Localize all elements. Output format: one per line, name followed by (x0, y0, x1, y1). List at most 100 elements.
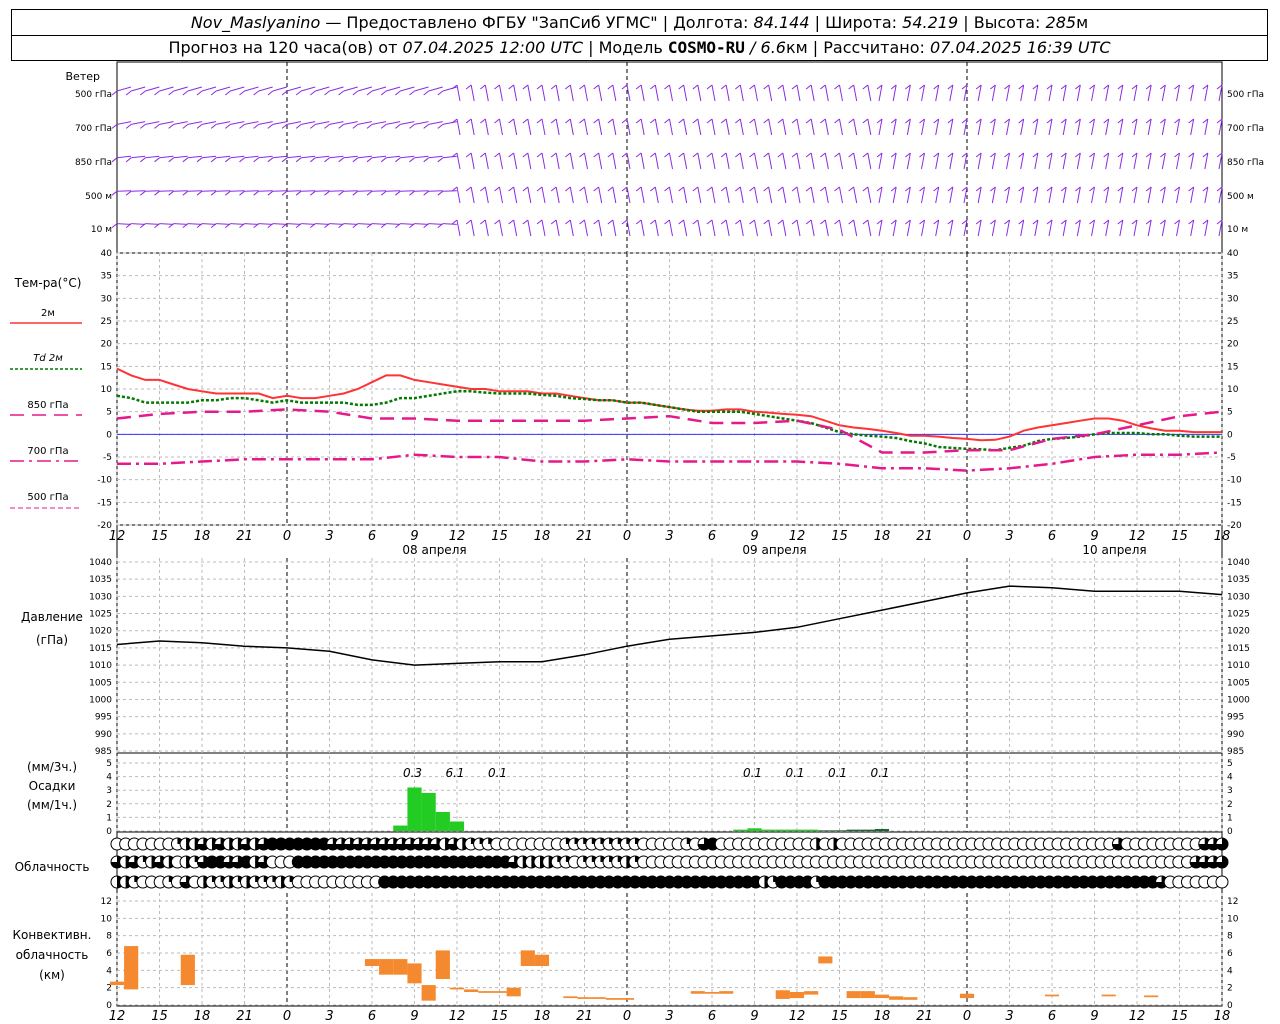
wind-barb-flag (650, 84, 656, 90)
precip-bar (407, 787, 422, 831)
wind-barb-flag (678, 219, 684, 225)
wind-barb-flag (338, 157, 344, 163)
wind-barb-flag (692, 84, 699, 90)
wind-barb (371, 121, 387, 125)
precip-bar (804, 829, 819, 831)
precip-3h-total: 6.1 (445, 766, 464, 780)
wind-barb-flag (692, 152, 699, 158)
conv-cloud-bar (704, 992, 720, 994)
hour-tick-label: 21 (916, 1009, 933, 1024)
wind-barb-flag (182, 124, 189, 129)
wind-barb-flag (664, 118, 670, 124)
temp-tick-label-right: -10 (1227, 476, 1242, 486)
hour-tick-label: 12 (789, 1009, 806, 1024)
conv-tick-label-right: 6 (1227, 949, 1233, 959)
wind-barb-flag (380, 90, 387, 96)
wind-barb (853, 152, 858, 170)
wind-barb-flag (168, 124, 174, 129)
wind-barb (386, 121, 401, 125)
wind-barb (810, 219, 815, 237)
wind-barb-flag (805, 152, 812, 158)
wind-barb-flag (593, 84, 599, 90)
wind-barb (711, 219, 716, 237)
wind-barb (428, 223, 443, 225)
conv-cloud-bar (690, 991, 705, 994)
conv-cloud-bar (534, 954, 550, 966)
wind-barb-flag (664, 219, 670, 225)
wind-barb (201, 223, 217, 225)
hour-tick-label: 0 (623, 1009, 631, 1024)
cloud-symbol (1215, 875, 1229, 889)
cloud-title: Облачность (15, 860, 90, 874)
wind-barb (569, 118, 574, 136)
wind-barb (201, 121, 217, 125)
wind-barb-flag (621, 84, 628, 90)
wind-barb-flag (706, 118, 713, 124)
wind-barb (640, 118, 645, 136)
wind-barb-flag (820, 219, 826, 225)
wind-barb-flag (678, 118, 684, 124)
wind-barb-flag (480, 219, 486, 225)
wind-barb (612, 152, 617, 170)
conv-cloud-bar (364, 959, 380, 966)
hour-tick-label: 6 (708, 1009, 716, 1024)
wind-barb (669, 219, 673, 237)
temp-tick-label-right: 0 (1227, 430, 1233, 440)
wind-barb-flag (607, 186, 614, 192)
conv-tick-label: 8 (106, 932, 112, 942)
wind-barb-flag (140, 157, 146, 163)
hour-tick-label: 12 (449, 1009, 466, 1024)
wind-barb-flag (508, 152, 514, 158)
wind-barb-flag (706, 84, 713, 90)
wind-barb-flag (225, 90, 231, 96)
wind-barb-flag (409, 190, 415, 196)
hour-tick-label: 21 (236, 529, 253, 544)
wind-barb (173, 86, 188, 92)
hour-tick-label: 0 (283, 529, 291, 544)
hour-tick-label: 12 (109, 1009, 126, 1024)
wind-barb (598, 219, 603, 237)
wind-level-label-right: 500 м (1227, 192, 1254, 202)
wind-barb (569, 84, 574, 102)
wind-barb (555, 186, 560, 204)
wind-barb (754, 219, 758, 237)
temp-tick-label-right: 15 (1227, 362, 1238, 372)
wind-barb (669, 118, 673, 136)
wind-barb (640, 84, 645, 102)
hour-tick-label: 12 (1129, 529, 1146, 544)
wind-barb (697, 219, 702, 237)
temp-tick-label-right: -5 (1227, 453, 1236, 463)
wind-level-label: 500 м (85, 192, 112, 202)
wind-barb-flag (720, 186, 727, 192)
pressure-tick-label: 990 (95, 730, 112, 740)
wind-barb-flag (763, 84, 769, 90)
wind-barb (739, 186, 744, 204)
wind-barb-flag (777, 84, 784, 90)
wind-barb (329, 223, 344, 225)
wind-barb-flag (125, 124, 132, 129)
precip-bar (860, 829, 875, 831)
temp-tick-label-right: 20 (1227, 340, 1239, 350)
wind-barb (216, 121, 231, 125)
wind-barb-flag (111, 223, 118, 228)
wind-barb (782, 186, 787, 204)
hour-tick-label: 18 (874, 1009, 891, 1024)
conv-cloud-bar (520, 950, 535, 966)
wind-barb (768, 219, 773, 237)
wind-barb (555, 219, 560, 237)
hour-tick-label: 18 (194, 529, 211, 544)
wind-barb-flag (706, 152, 713, 158)
wind-barb (131, 121, 146, 125)
wind-barb (301, 155, 316, 159)
wind-barb-flag (678, 84, 684, 90)
wind-barb (513, 118, 518, 136)
wind-barb-flag (621, 118, 628, 124)
wind-barb-flag (834, 186, 840, 192)
temp-series-line (117, 451, 1223, 472)
wind-barb (654, 186, 659, 204)
wind-barb (499, 152, 503, 170)
temp-tick-label: 25 (101, 317, 112, 327)
wind-barb-flag (239, 124, 245, 129)
wind-barb (386, 155, 401, 159)
wind-barb-flag (324, 157, 330, 163)
